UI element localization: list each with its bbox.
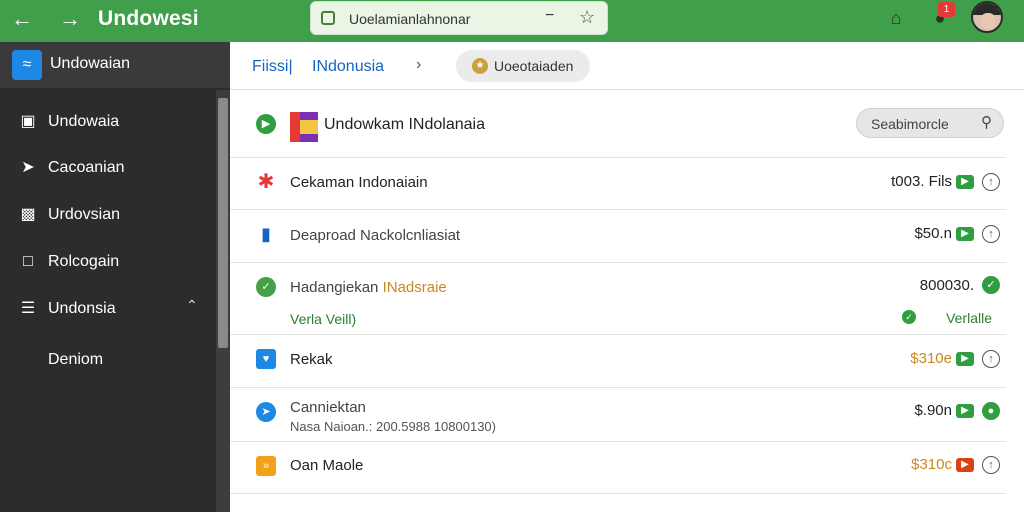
list-item[interactable]: ♥ Rekak $310e ▶ ↑	[230, 335, 1006, 388]
list-item[interactable]: ✓ Hadangiekan INadsraie Verla Veill) 800…	[230, 263, 1006, 335]
row-amount: t003. Fils	[891, 173, 952, 190]
list-item[interactable]: ✱ Cekaman Indonaiain t003. Fils ▶ ↑	[230, 158, 1006, 210]
sidebar-item-cacoanian[interactable]: ➤ Cacoanian	[0, 148, 214, 188]
clock-icon[interactable]: ↑	[982, 456, 1000, 474]
header-row: ▶ Undowkam INdolanaia Seabimorcle ⚲	[230, 90, 1006, 158]
chevron-right-icon: ›	[416, 56, 422, 73]
top-bar: ← → Undowesi Uoelamianlahnonar − ☆ ⌂ ● 1	[0, 0, 1024, 42]
home-icon[interactable]: ⌂	[884, 6, 908, 30]
row-amount: 800030.	[919, 277, 974, 294]
app-title: Undowesi	[98, 7, 199, 30]
breadcrumb: Fiissi| INdonusia › ★ Uoeotaiaden	[230, 42, 1024, 90]
notification-badge: 1	[938, 2, 955, 17]
verified-icon: ✓	[902, 310, 916, 324]
bar-chart-icon: ▮	[261, 224, 271, 244]
row-title: Rekak	[290, 351, 333, 368]
row-title: Deaproad Nackolcnliasiat	[290, 227, 461, 244]
card-icon: ▣	[20, 113, 36, 130]
sidebar-item-label: Cacoanian	[48, 159, 125, 176]
arrow-left-icon[interactable]: ←	[8, 6, 36, 34]
sidebar-item-undowaia[interactable]: ▣ Undowaia	[0, 102, 214, 142]
check-circle-icon: ✓	[982, 276, 1000, 294]
filter-chip[interactable]: ★ Uoeotaiaden	[456, 50, 590, 82]
avatar[interactable]	[971, 1, 1003, 33]
arrow-right-icon[interactable]: →	[56, 6, 84, 34]
main-scrollbar[interactable]	[1010, 90, 1024, 512]
row-amount: $50.n	[914, 225, 952, 242]
row-title: Canniektan	[290, 399, 366, 416]
scrollbar-thumb[interactable]	[218, 98, 228, 348]
coin-icon: ★	[472, 58, 488, 74]
app-logo-icon: ≈	[12, 50, 42, 80]
lock-icon	[321, 11, 335, 25]
tag-icon: ▶	[956, 175, 974, 189]
megaphone-icon: ➤	[21, 159, 35, 176]
row-title: Oan Maole	[290, 457, 364, 474]
sidebar-item-label: Undonsia	[48, 300, 116, 317]
tag-icon: ▶	[956, 404, 974, 418]
play-icon: ▶	[256, 114, 276, 134]
chat-icon: ♥	[256, 349, 276, 369]
status-badge: Verlalle	[946, 310, 992, 326]
tag-icon: ▶	[956, 227, 974, 241]
tag-icon: ▶	[956, 458, 974, 472]
burst-icon: ✱	[257, 171, 275, 193]
page-title: Undowkam INdolanaia	[324, 116, 485, 133]
clock-icon[interactable]: ↑	[982, 350, 1000, 368]
check-icon: ✓	[256, 277, 276, 297]
search-icon: ⚲	[981, 114, 992, 131]
sidebar-title: Undowaian	[50, 55, 131, 72]
row-amount: $310c	[911, 456, 952, 473]
send-icon: ➤	[256, 402, 276, 422]
sidebar-item-undonsia[interactable]: ☰ Undonsia ⌃	[0, 289, 214, 329]
breadcrumb-item[interactable]: INdonusia	[312, 58, 384, 76]
address-bar[interactable]: Uoelamianlahnonar − ☆	[310, 1, 608, 35]
sidebar-item-urdovsian[interactable]: ▩ Urdovsian	[0, 195, 214, 235]
folder-icon: »	[256, 456, 276, 476]
row-subtitle: Nasa Naioan.: 200.5988 10800130)	[290, 419, 496, 434]
search-button[interactable]: Seabimorcle ⚲	[856, 108, 1004, 138]
search-label: Seabimorcle	[871, 116, 949, 132]
star-icon[interactable]: ☆	[579, 7, 595, 28]
address-text[interactable]: Uoelamianlahnonar	[349, 11, 470, 27]
stack-icon: ☰	[20, 300, 36, 317]
chip-label: Uoeotaiaden	[494, 58, 574, 74]
tag-icon: ▶	[956, 352, 974, 366]
flag-icon	[290, 112, 318, 142]
clock-icon[interactable]: ↑	[982, 173, 1000, 191]
sidebar-scrollbar[interactable]	[216, 90, 230, 512]
clock-icon[interactable]: ↑	[982, 225, 1000, 243]
row-amount: $.90n	[914, 402, 952, 419]
row-amount: $310e	[910, 350, 952, 367]
sidebar-item-label: Rolcogain	[48, 253, 120, 270]
breadcrumb-item[interactable]: Fiissi|	[252, 58, 293, 76]
image-icon: ▩	[20, 206, 36, 223]
sidebar-subitem-deniom[interactable]: Deniom	[48, 351, 103, 369]
sidebar-item-label: Urdovsian	[48, 206, 121, 223]
row-title: Cekaman Indonaiain	[290, 174, 428, 191]
row-title-highlight: INadsraie	[382, 279, 447, 296]
list-item[interactable]: ▮ Deaproad Nackolcnliasiat $50.n ▶ ↑	[230, 210, 1006, 263]
row-title-text: Hadangiekan	[290, 279, 379, 296]
sidebar-header: ≈ Undowaian	[0, 42, 230, 88]
row-title: Hadangiekan INadsraie	[290, 279, 447, 296]
chevron-up-icon[interactable]: ⌃	[186, 297, 198, 314]
sidebar-item-label: Undowaia	[48, 113, 120, 130]
sidebar: ≈ Undowaian ▣ Undowaia ➤ Cacoanian ▩ Urd…	[0, 42, 230, 512]
square-icon: □	[23, 253, 33, 270]
row-subtitle: Verla Veill)	[290, 311, 357, 327]
list-item[interactable]: ➤ Canniektan Nasa Naioan.: 200.5988 1080…	[230, 388, 1006, 442]
minus-icon[interactable]: −	[545, 7, 554, 25]
list-item[interactable]: » Oan Maole $310c ▶ ↑	[230, 442, 1006, 494]
sidebar-item-rolcogain[interactable]: □ Rolcogain	[0, 242, 214, 282]
check-circle-icon: ●	[982, 402, 1000, 420]
